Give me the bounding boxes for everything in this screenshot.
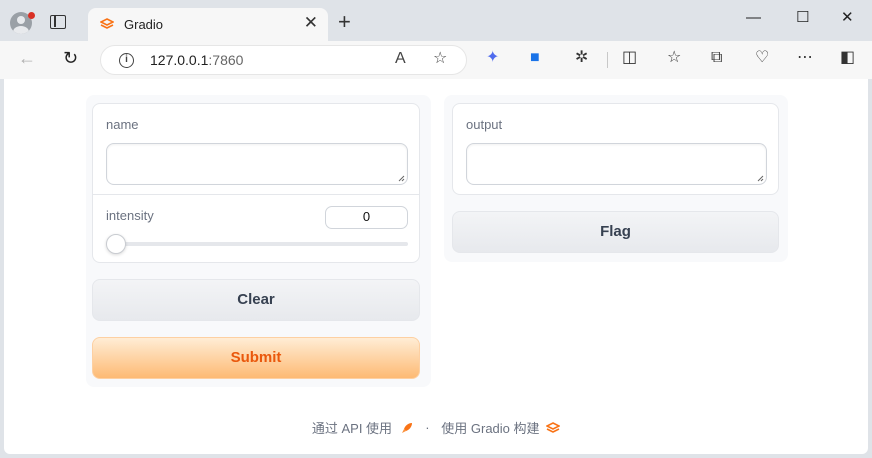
- intensity-slider-track[interactable]: [106, 242, 408, 246]
- settings-more-icon[interactable]: ⋯: [797, 50, 813, 66]
- intensity-label: intensity: [106, 208, 154, 223]
- toolbar-separator: [607, 52, 608, 68]
- extension-person-icon[interactable]: ■: [530, 50, 540, 66]
- split-screen-icon[interactable]: ◫: [622, 50, 637, 66]
- minimize-icon[interactable]: —: [746, 10, 761, 25]
- gradio-logo-icon: [545, 421, 561, 433]
- address-bar[interactable]: i 127.0.0.1:7860 A ☆: [100, 45, 467, 75]
- footer-separator: ·: [425, 420, 430, 435]
- browser-tab-bar: Gradio ✕ + — ☐ ✕: [0, 0, 872, 41]
- tab-actions-icon[interactable]: [50, 15, 66, 29]
- input-column: name intensity 0 Clear Submit: [86, 95, 431, 387]
- flag-button[interactable]: Flag: [452, 211, 779, 253]
- resize-handle-icon[interactable]: [757, 175, 764, 182]
- gradio-logo-icon: [100, 18, 114, 29]
- output-label: output: [466, 117, 503, 132]
- favorites-list-icon[interactable]: ☆: [667, 50, 681, 66]
- form-divider: [93, 194, 419, 195]
- resize-handle-icon[interactable]: [398, 175, 405, 182]
- url-text: 127.0.0.1:7860: [150, 52, 244, 68]
- browser-tab-gradio[interactable]: Gradio ✕: [88, 8, 328, 41]
- intensity-slider-thumb[interactable]: [106, 234, 126, 254]
- collections-icon[interactable]: ⧉: [711, 50, 722, 66]
- extensions-puzzle-icon[interactable]: ✲: [575, 50, 588, 66]
- extension-bird-icon[interactable]: ✦: [486, 50, 499, 66]
- close-window-icon[interactable]: ✕: [841, 10, 854, 25]
- browser-toolbar: ← ↻ i 127.0.0.1:7860 A ☆ ✦ ■ ✲ ◫ ☆ ⧉ ♡ ⋯…: [0, 41, 872, 79]
- favorite-star-icon[interactable]: ☆: [433, 51, 447, 67]
- maximize-icon[interactable]: ☐: [796, 10, 809, 25]
- output-column: output Flag: [444, 95, 788, 262]
- output-block: output: [452, 103, 779, 195]
- page-content: name intensity 0 Clear Submit output Fla…: [4, 79, 868, 454]
- refresh-icon[interactable]: ↻: [63, 49, 78, 67]
- api-link[interactable]: 通过 API 使用: [312, 421, 392, 436]
- site-info-icon[interactable]: i: [119, 53, 134, 68]
- page-footer: 通过 API 使用 · 使用 Gradio 构建: [4, 418, 868, 437]
- sidebar-toggle-icon[interactable]: ◧: [840, 50, 855, 66]
- clear-button[interactable]: Clear: [92, 279, 420, 321]
- back-arrow-icon[interactable]: ←: [18, 49, 36, 67]
- submit-button[interactable]: Submit: [92, 337, 420, 379]
- tab-close-icon[interactable]: ✕: [304, 14, 318, 31]
- input-form-block: name intensity 0: [92, 103, 420, 263]
- read-aloud-icon[interactable]: A: [395, 51, 406, 67]
- intensity-number-input[interactable]: 0: [325, 206, 408, 229]
- output-textbox[interactable]: [466, 143, 767, 185]
- rocket-icon: [401, 422, 412, 433]
- new-tab-icon[interactable]: +: [338, 11, 351, 33]
- browser-essentials-icon[interactable]: ♡: [755, 50, 769, 66]
- tab-title: Gradio: [124, 17, 164, 32]
- built-with-gradio-link[interactable]: 使用 Gradio 构建: [441, 421, 539, 436]
- name-input[interactable]: [106, 143, 408, 185]
- name-label: name: [106, 117, 139, 132]
- notification-dot-icon: [28, 12, 35, 19]
